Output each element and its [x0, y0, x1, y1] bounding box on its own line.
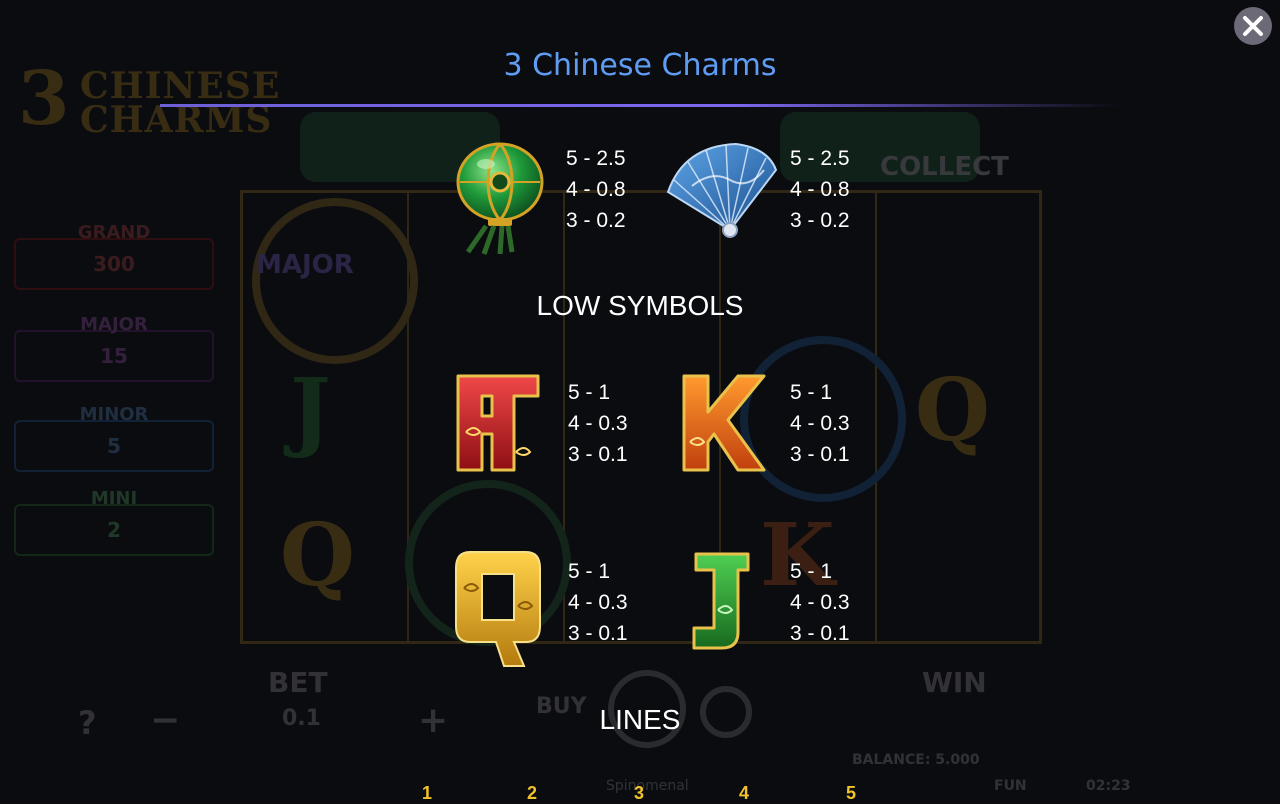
payout-line: 5 - 1	[790, 381, 833, 404]
bg-letter-j: J	[290, 360, 331, 461]
bg-balance: BALANCE: 5.000	[852, 752, 980, 768]
letter-q-icon	[455, 551, 541, 667]
payout-a: 5 - 1 4 - 0.3 3 - 0.1	[568, 377, 628, 470]
bg-game-name: Spinomenal	[606, 778, 689, 794]
payout-line: 4 - 0.8	[566, 178, 626, 201]
payout-line: 5 - 1	[790, 560, 833, 583]
page-title: 3 Chinese Charms	[503, 48, 777, 83]
bg-clock: 02:23	[1086, 778, 1131, 794]
payout-line: 3 - 0.1	[568, 443, 628, 466]
jackpot-major: MAJOR 15	[14, 314, 214, 382]
payout-lantern: 5 - 2.5 4 - 0.8 3 - 0.2	[566, 143, 626, 236]
background-game: 3 CHINESE CHARMS GRAND 300 MAJOR 15 MINO…	[0, 0, 1280, 800]
bg-win-label: WIN	[922, 666, 987, 699]
bg-major-label: MAJOR	[256, 250, 354, 280]
payout-line: 5 - 1	[568, 381, 611, 404]
payout-line: 4 - 0.3	[568, 412, 628, 435]
bg-bet-label: BET	[268, 666, 328, 699]
bg-collect-label: COLLECT	[880, 152, 1009, 182]
line-number-1: 1	[422, 783, 433, 803]
payout-line: 4 - 0.3	[568, 591, 628, 614]
payout-k: 5 - 1 4 - 0.3 3 - 0.1	[790, 377, 850, 470]
letter-k-icon	[682, 374, 766, 472]
lines-heading: LINES	[599, 704, 681, 735]
jackpot-mini: MINI 2	[14, 488, 214, 556]
payout-line: 4 - 0.3	[790, 591, 850, 614]
payout-line: 3 - 0.1	[790, 443, 850, 466]
line-number-2: 2	[527, 783, 538, 803]
payout-line: 3 - 0.2	[790, 209, 850, 232]
letter-a-icon	[456, 374, 540, 472]
payout-line: 4 - 0.8	[790, 178, 850, 201]
jackpot-minor: MINOR 5	[14, 404, 214, 472]
blue-fan-icon	[666, 142, 778, 238]
payout-line: 5 - 2.5	[790, 147, 850, 170]
payout-line: 3 - 0.1	[568, 622, 628, 645]
payout-line: 5 - 1	[568, 560, 611, 583]
line-number-3: 3	[634, 783, 645, 803]
payout-j: 5 - 1 4 - 0.3 3 - 0.1	[790, 556, 850, 649]
bg-coin	[252, 198, 418, 364]
payout-line: 4 - 0.3	[790, 412, 850, 435]
bg-letter-q: Q	[915, 360, 990, 461]
close-icon	[1243, 16, 1263, 36]
bg-letter-q2: Q	[280, 505, 355, 606]
payout-line: 5 - 2.5	[566, 147, 626, 170]
line-number-4: 4	[739, 783, 750, 803]
title-divider	[160, 104, 1120, 107]
payout-q: 5 - 1 4 - 0.3 3 - 0.1	[568, 556, 628, 649]
line-number-5: 5	[846, 783, 857, 803]
payout-line: 3 - 0.1	[790, 622, 850, 645]
green-lantern-icon	[456, 142, 544, 255]
payout-fan: 5 - 2.5 4 - 0.8 3 - 0.2	[790, 143, 850, 236]
jackpot-grand: GRAND 300	[14, 222, 214, 290]
low-symbols-heading: LOW SYMBOLS	[536, 290, 744, 321]
payout-line: 3 - 0.2	[566, 209, 626, 232]
letter-j-icon	[692, 552, 750, 650]
bg-mode: FUN	[994, 778, 1027, 794]
close-button[interactable]	[1234, 7, 1272, 45]
